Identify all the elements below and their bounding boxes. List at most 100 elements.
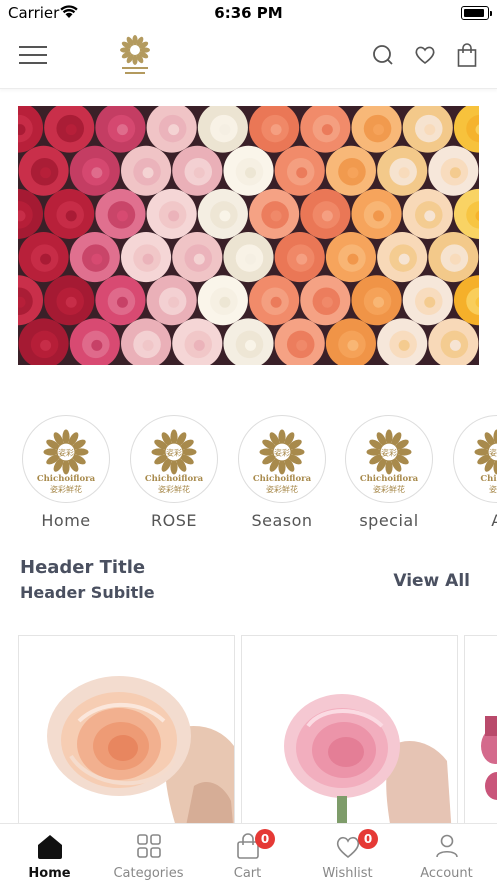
product-image-pink-rose [284, 694, 452, 825]
rose-bloom-core [116, 210, 128, 222]
rose-bloom-core [193, 339, 205, 351]
rose-bloom-core [270, 296, 282, 308]
shopping-bag-icon[interactable] [455, 42, 479, 68]
rose-bloom-core [142, 253, 154, 265]
tab-wishlist[interactable]: 0 Wishlist [298, 824, 397, 884]
search-icon[interactable] [371, 42, 395, 68]
category-logo: 姿彩Chicho姿彩 [453, 415, 497, 503]
section-subtitle: Header Subitle [20, 583, 155, 602]
rose-bloom-core [296, 253, 308, 265]
rose-bloom-core [398, 167, 410, 179]
category-item-season[interactable]: 姿彩 Chichoiflora 姿彩鲜花 Season [238, 415, 326, 530]
top-app-bar [0, 26, 497, 89]
rose-bloom-core [168, 210, 180, 222]
logo-brand-text: Chichoiflora [360, 474, 419, 484]
rose-bloom-core [373, 210, 385, 222]
clock: 6:36 PM [214, 4, 283, 22]
logo-center-text: 姿彩 [489, 448, 497, 458]
tab-label: Home [28, 866, 71, 881]
logo-sub-text: 姿彩 [489, 484, 497, 494]
rose-bloom-core [91, 339, 103, 351]
logo-brand-text: Chicho [480, 474, 497, 484]
category-item-partial[interactable]: 姿彩Chicho姿彩 A [453, 415, 497, 530]
logo-sub-text: 姿彩鲜花 [266, 484, 298, 494]
rose-bloom-core [91, 253, 103, 265]
rose-bloom-core [219, 124, 231, 136]
rose-bloom-core [347, 167, 359, 179]
section-title: Header Title [20, 557, 146, 578]
rose-bloom-core [142, 167, 154, 179]
tab-account[interactable]: Account [397, 824, 496, 884]
rose-bloom-core [116, 296, 128, 308]
rose-bloom-core [321, 124, 333, 136]
rose-bloom-core [168, 296, 180, 308]
battery-icon [461, 6, 492, 20]
tab-label: Account [420, 866, 473, 881]
tab-label: Categories [113, 866, 184, 881]
rose-bloom-core [398, 339, 410, 351]
product-image-peach-rose [47, 676, 234, 825]
rose-bloom-core [424, 296, 436, 308]
rose-bloom-core [347, 253, 359, 265]
category-logo: 姿彩 Chichoiflora 姿彩鲜花 [345, 415, 433, 503]
rose-bloom-core [321, 296, 333, 308]
rose-bloom-core [270, 210, 282, 222]
tab-label: Cart [233, 866, 262, 881]
logo-brand-text: Chichoiflora [253, 474, 312, 484]
rose-bloom-core [193, 167, 205, 179]
status-bar: Carrier 6:36 PM [0, 0, 497, 26]
wishlist-heart-icon[interactable] [413, 42, 437, 68]
hero-banner[interactable] [18, 106, 479, 365]
rose-bloom-core [219, 210, 231, 222]
category-item-rose[interactable]: 姿彩 Chichoiflora 姿彩鲜花 ROSE [130, 415, 218, 530]
category-item-special[interactable]: 姿彩 Chichoiflora 姿彩鲜花 special [345, 415, 433, 530]
rose-bloom-core [65, 296, 77, 308]
rose-bloom-core [40, 167, 52, 179]
rose-bloom-core [424, 124, 436, 136]
tab-home[interactable]: Home [0, 824, 99, 884]
rose-bloom-core [244, 253, 257, 265]
product-card[interactable] [18, 635, 235, 825]
rose-bloom-core [449, 167, 461, 179]
tab-categories[interactable]: Categories [99, 824, 198, 884]
product-image-rose [481, 716, 497, 800]
person-icon [436, 834, 458, 858]
logo-sub-text: 姿彩鲜花 [373, 484, 405, 494]
rose-bloom-core [244, 167, 257, 179]
tab-cart[interactable]: 0 Cart [198, 824, 297, 884]
rose-bloom-core [116, 124, 128, 136]
chichoiflora-logo[interactable] [118, 33, 152, 79]
logo-sub-text: 姿彩鲜花 [50, 484, 82, 494]
category-item-home[interactable]: 姿彩 Chichoiflora 姿彩鲜花 Home [22, 415, 110, 530]
product-card[interactable] [241, 635, 458, 825]
category-logo: 姿彩 Chichoiflora 姿彩鲜花 [130, 415, 218, 503]
product-card[interactable] [464, 635, 497, 825]
rose-bloom-core [373, 296, 385, 308]
rose-bloom-core [347, 339, 359, 351]
logo-brand-text: Chichoiflora [145, 474, 204, 484]
rose-bloom-core [193, 253, 205, 265]
rose-bloom-core [398, 253, 410, 265]
category-label: special [359, 511, 419, 530]
category-label: Home [41, 511, 91, 530]
rose-bloom-core [65, 124, 77, 136]
logo-center-text: 姿彩 [381, 448, 397, 458]
grid-icon [137, 834, 161, 858]
category-label: ROSE [151, 511, 197, 530]
product-carousel[interactable] [0, 635, 497, 825]
rose-bloom-core [219, 296, 231, 308]
rose-bloom-core [40, 339, 52, 351]
rose-bloom-core [40, 253, 52, 265]
rose-bloom-core [270, 124, 282, 136]
rose-bloom-core [449, 339, 461, 351]
rose-bloom-core [168, 124, 180, 136]
category-logo: 姿彩 Chichoiflora 姿彩鲜花 [22, 415, 110, 503]
wishlist-badge: 0 [358, 829, 378, 849]
cart-badge: 0 [255, 829, 275, 849]
logo-center-text: 姿彩 [274, 448, 290, 458]
category-carousel[interactable]: 姿彩 Chichoiflora 姿彩鲜花 Home 姿彩 Chichoiflora 姿彩… [0, 415, 497, 535]
category-label: A [453, 511, 497, 530]
rose-bloom-core [449, 253, 461, 265]
view-all-link[interactable]: View All [393, 571, 470, 591]
hamburger-menu-icon[interactable] [19, 44, 47, 66]
